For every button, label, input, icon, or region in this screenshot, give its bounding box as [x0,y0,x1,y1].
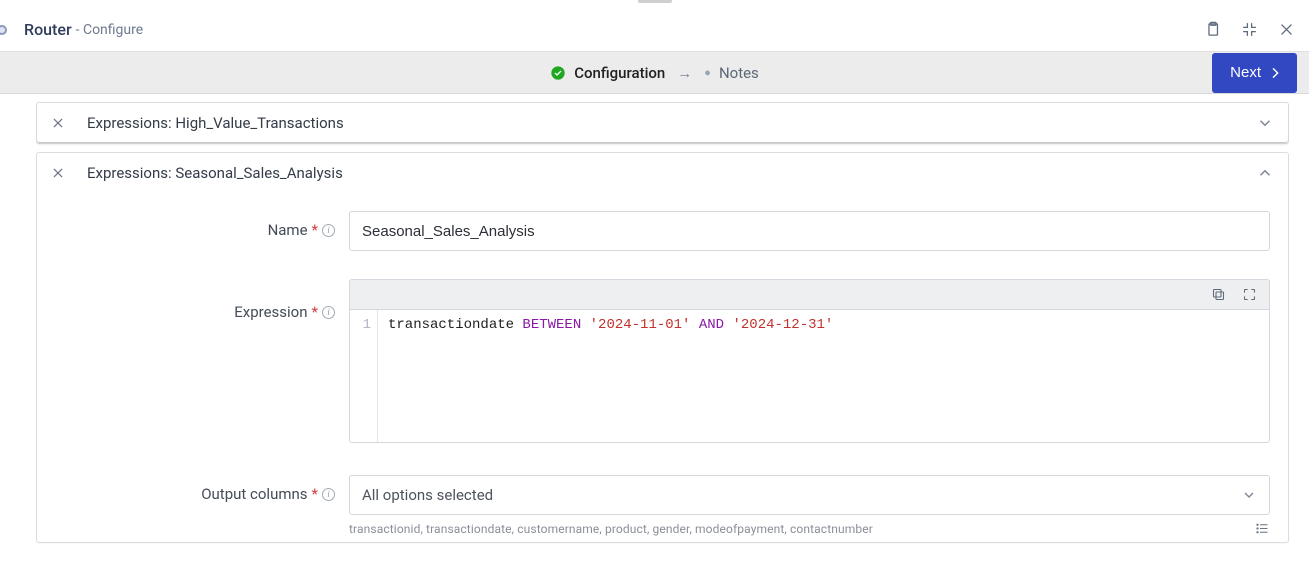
name-row: Name * i [55,211,1270,251]
step-notes[interactable]: Notes [719,64,759,82]
step-configuration[interactable]: Configuration [574,64,665,82]
node-port-handle[interactable] [0,25,7,35]
code-keyword: BETWEEN [522,317,581,333]
code-string: '2024-12-31' [733,317,834,333]
output-columns-row: Output columns * i All options selected … [55,475,1270,536]
info-icon[interactable]: i [322,306,335,319]
code-keyword: AND [699,317,724,333]
info-icon[interactable]: i [322,224,335,237]
output-columns-select[interactable]: All options selected [349,475,1270,515]
section-title: Expressions: Seasonal_Sales_Analysis [87,164,343,182]
dot-icon: ● [704,66,711,79]
code-token: transactiondate [388,317,522,333]
check-circle-icon [550,65,566,81]
name-input[interactable] [349,211,1270,251]
required-star-icon: * [312,221,318,239]
code-area[interactable]: transactiondate BETWEEN '2024-11-01' AND… [378,310,1269,442]
required-star-icon: * [312,303,318,321]
copy-icon[interactable] [1211,287,1226,302]
arrow-right-icon: → [677,64,692,82]
code-editor: 1 transactiondate BETWEEN '2024-11-01' A… [349,279,1270,443]
remove-section-button[interactable] [51,166,65,180]
title-bar: Router - Configure [0,8,1309,52]
expand-section-button[interactable] [1256,114,1274,132]
section-title: Expressions: High_Value_Transactions [87,114,344,132]
sections-container: Expressions: High_Value_Transactions Exp… [0,94,1309,561]
next-button-label: Next [1230,64,1261,81]
clipboard-icon[interactable] [1204,21,1221,38]
output-columns-label: Output columns [201,485,307,503]
expand-editor-icon[interactable] [1242,287,1257,302]
remove-section-button[interactable] [51,116,65,130]
list-icon[interactable] [1255,521,1270,536]
top-grip [0,0,1309,8]
drag-handle-icon[interactable] [638,0,672,3]
expression-section-expanded: Expressions: Seasonal_Sales_Analysis Nam… [36,152,1289,543]
expression-row: Expression * i [55,279,1270,443]
close-icon[interactable] [1278,21,1295,38]
select-value: All options selected [362,486,493,504]
output-columns-hint: transactionid, transactiondate, customer… [349,522,873,536]
next-button[interactable]: Next [1212,53,1297,93]
chevron-down-icon [1241,487,1257,503]
dialog-subtitle: - Configure [76,22,144,38]
collapse-icon[interactable] [1241,21,1258,38]
name-label: Name [268,221,308,239]
required-star-icon: * [312,485,318,503]
line-number: 1 [363,317,371,333]
line-gutter: 1 [350,310,378,442]
collapse-section-button[interactable] [1256,164,1274,182]
expression-label: Expression [234,303,307,321]
expression-section-collapsed: Expressions: High_Value_Transactions [36,102,1289,144]
dialog-title: Router [24,20,72,39]
code-string: '2024-11-01' [590,317,691,333]
info-icon[interactable]: i [322,488,335,501]
step-bar: Configuration → ● Notes Next [0,52,1309,94]
